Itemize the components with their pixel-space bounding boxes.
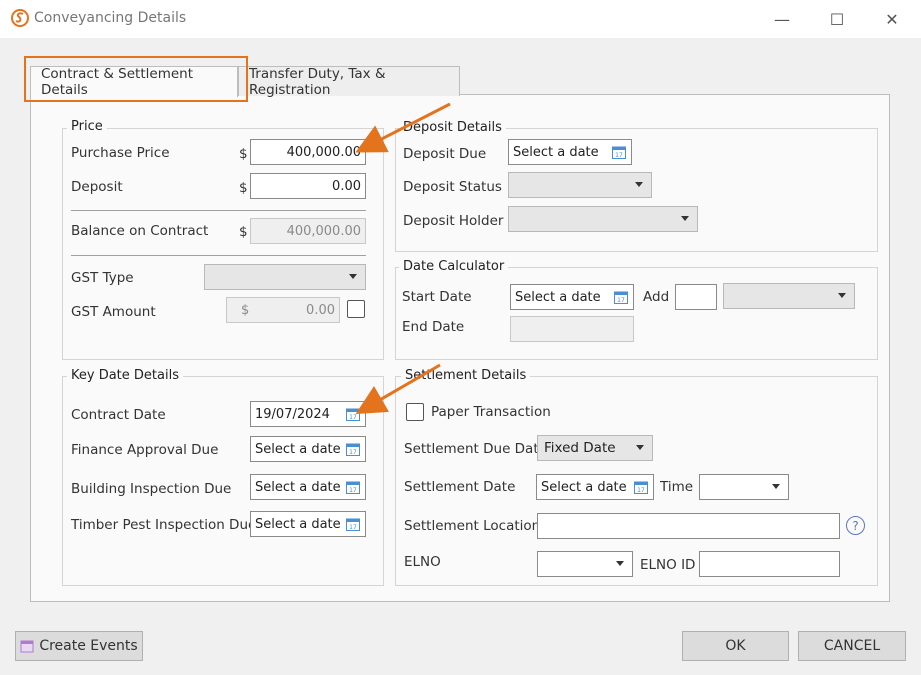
create-events-button[interactable]: Create Events [15,631,143,661]
cancel-button[interactable]: CANCEL [798,631,906,661]
create-events-label: Create Events [39,638,138,654]
arrow-annotation [355,102,451,415]
arrow-to-purchase-price [355,102,451,153]
arrow-to-contract-date [355,363,441,415]
ok-button[interactable]: OK [682,631,789,661]
calendar-icon [20,640,34,653]
